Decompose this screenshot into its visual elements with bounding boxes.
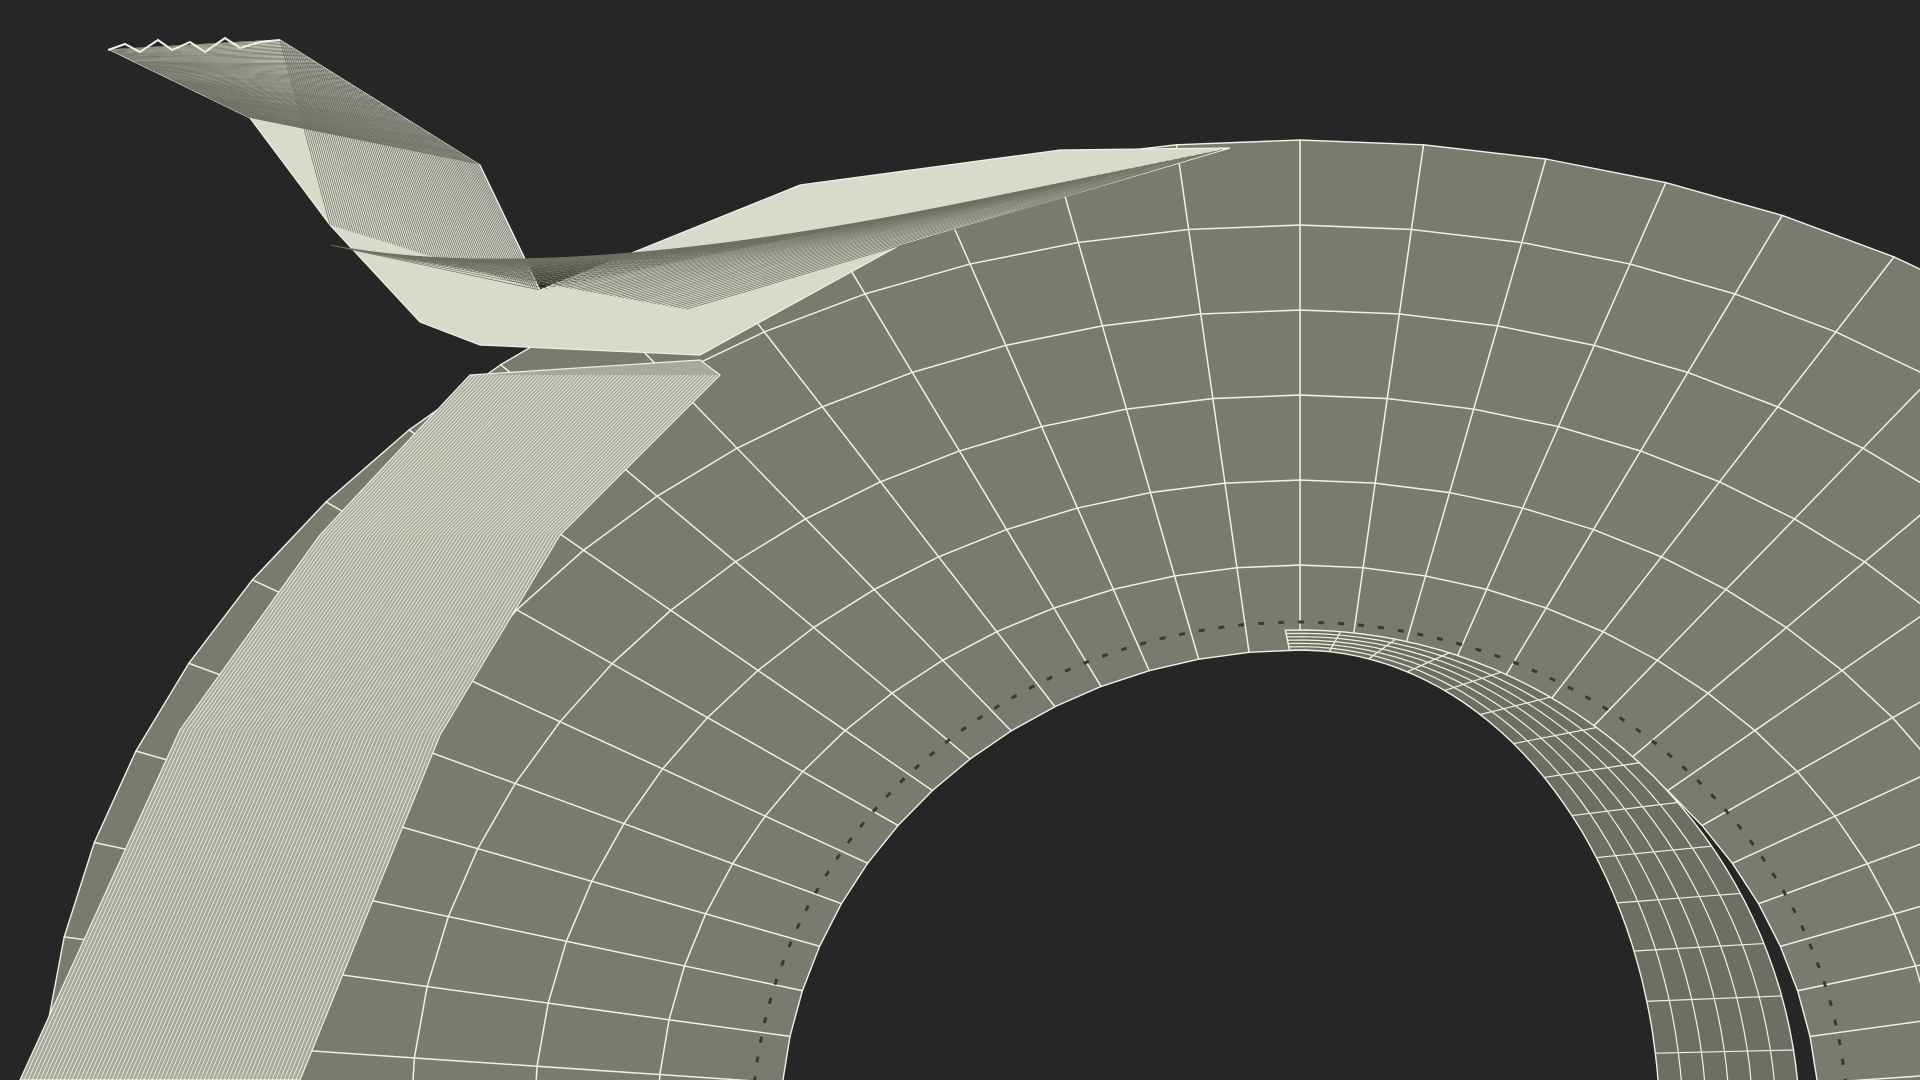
- face-quad: [1199, 309, 1301, 400]
- face-quad: [1224, 479, 1301, 569]
- face-quad: [1187, 224, 1301, 315]
- face-quad: [1299, 224, 1413, 315]
- face-quad: [1211, 394, 1301, 484]
- face-quad: [1299, 139, 1425, 231]
- face-quad: [1299, 309, 1401, 400]
- face-quad: [1299, 479, 1376, 569]
- face-quad: [1410, 144, 1547, 244]
- tape-strip-line: [133, 60, 314, 62]
- render-viewport: [0, 0, 1920, 1080]
- face-quad: [1299, 394, 1389, 484]
- tape-roll-render: [0, 0, 1920, 1080]
